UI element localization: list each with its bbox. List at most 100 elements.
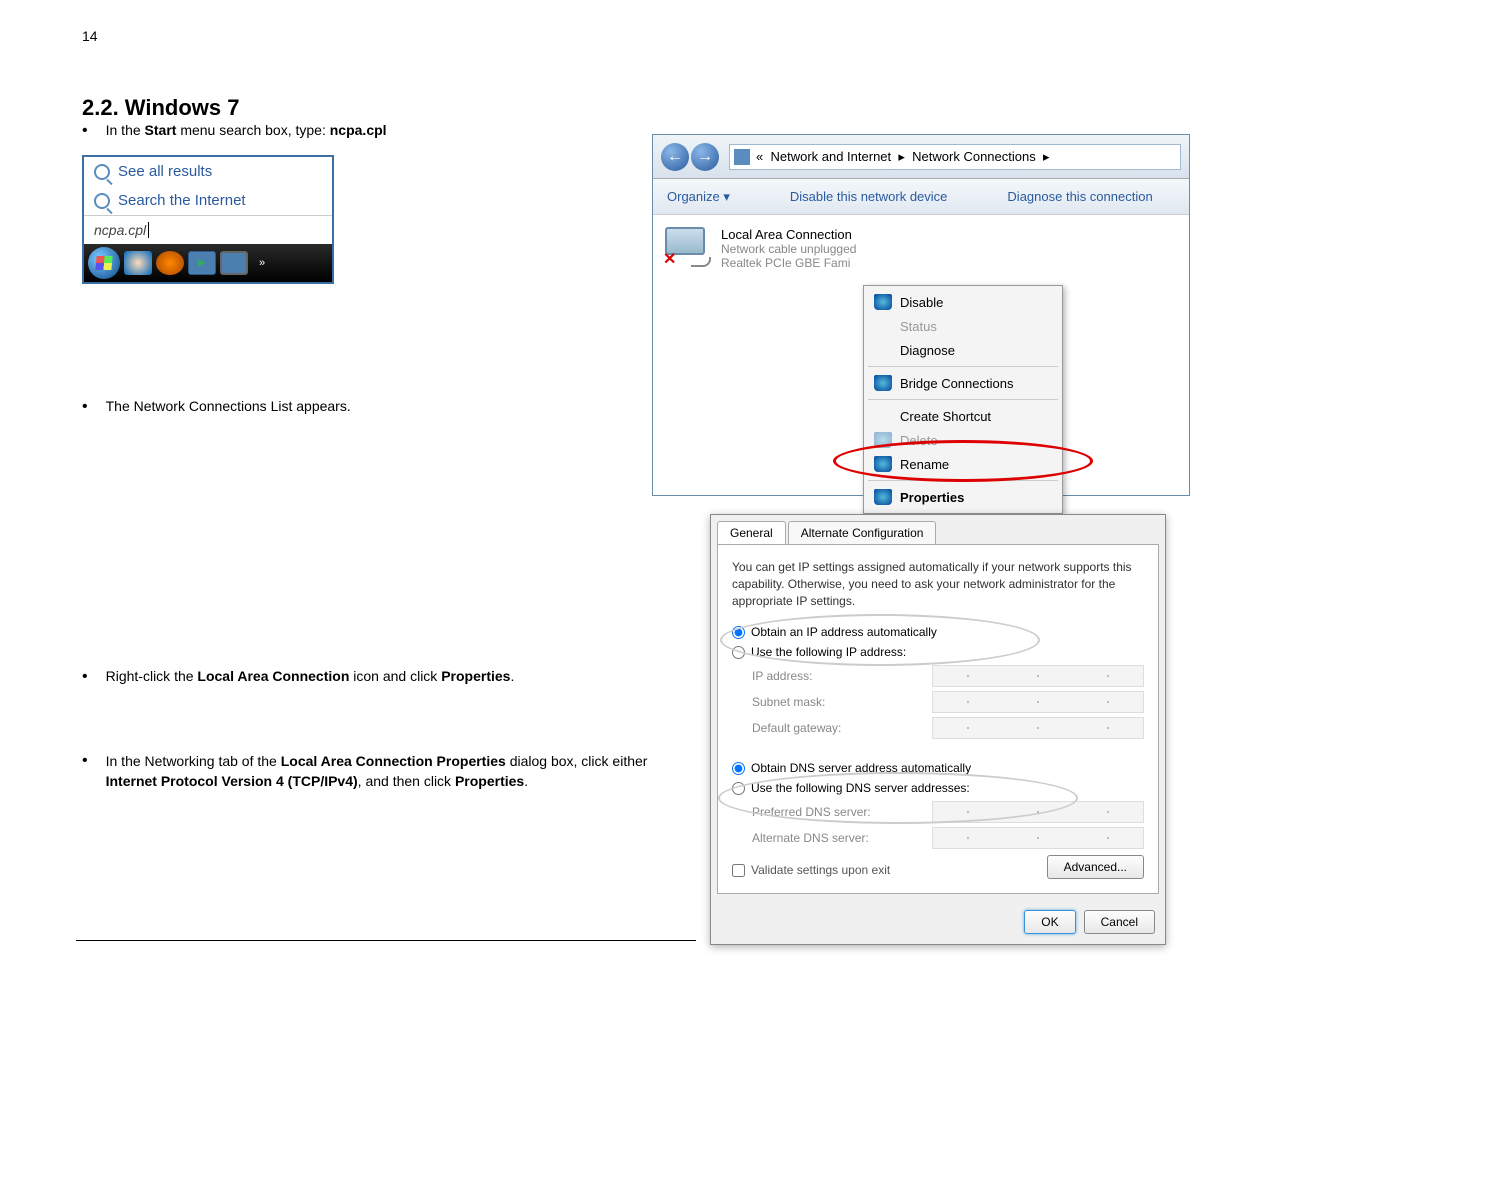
spacer-icon [874,408,892,424]
search-box-text: ncpa.cpl [94,222,146,238]
search-icon [94,164,110,180]
search-box[interactable]: ncpa.cpl [84,216,332,244]
tab-general[interactable]: General [717,521,786,544]
ctx-shortcut-label: Create Shortcut [900,409,991,424]
folder-icon[interactable] [188,251,216,275]
shield-icon [874,489,892,505]
b1-text-pre: In the [106,122,145,138]
separator [868,366,1058,367]
bullet-3: • Right-click the Local Area Connection … [82,668,514,686]
lac-title: Local Area Connection [721,227,856,242]
bc-arrow-icon: ▸ [1043,149,1050,165]
alt-dns-field [932,827,1144,849]
ctx-bridge[interactable]: Bridge Connections [866,371,1060,395]
radio-input[interactable] [732,646,745,659]
ctx-disable-label: Disable [900,295,943,310]
start-menu-mock: See all results Search the Internet ncpa… [82,155,334,284]
bc-arrow-icon: ▸ [898,149,905,165]
spacer-icon [874,342,892,358]
bc-net-connections[interactable]: Network Connections [912,149,1036,164]
radio-input[interactable] [732,626,745,639]
bc-net-internet[interactable]: Network and Internet [770,149,891,164]
see-all-label: See all results [118,163,212,180]
cancel-button[interactable]: Cancel [1084,910,1155,934]
b3-pre: Right-click the [106,668,198,684]
radio-auto-ip[interactable]: Obtain an IP address automatically [732,625,1144,639]
search-internet[interactable]: Search the Internet [84,186,332,215]
b4-pre: In the Networking tab of the [106,753,281,769]
local-area-connection-item[interactable]: ✕ Local Area Connection Network cable un… [665,227,1177,270]
radio-manual-ip-label: Use the following IP address: [751,645,906,659]
ip-address-field [932,665,1144,687]
dialog-footer: OK Cancel [711,900,1165,944]
bullet-4: • In the Networking tab of the Local Are… [82,752,666,791]
ctx-disable[interactable]: Disable [866,290,1060,314]
b1-bold-start: Start [145,122,177,138]
ie-icon[interactable] [124,251,152,275]
checkbox-input[interactable] [732,864,745,877]
shield-icon [874,432,892,448]
b2-text: The Network Connections List appears. [106,398,351,414]
context-menu: Disable Status Diagnose Bridge Connectio… [863,285,1063,514]
b4-mid2: , and then click [358,773,455,789]
b3-bold-props: Properties [441,668,510,684]
network-adapter-icon: ✕ [665,227,713,267]
explorer-toolbar: Organize ▾ Disable this network device D… [653,179,1189,215]
subnet-field [932,691,1144,713]
gateway-label: Default gateway: [752,721,932,735]
tab-alternate[interactable]: Alternate Configuration [788,521,937,544]
b4-post: . [524,773,528,789]
windows-flag-icon [95,256,112,270]
ctx-shortcut[interactable]: Create Shortcut [866,404,1060,428]
forward-button[interactable]: → [691,143,719,171]
advanced-button[interactable]: Advanced... [1047,855,1144,879]
disable-device-button[interactable]: Disable this network device [790,189,948,204]
start-orb[interactable] [88,247,120,279]
alt-dns-label: Alternate DNS server: [752,831,932,845]
ctx-properties-label: Properties [900,490,964,505]
b3-mid: icon and click [349,668,441,684]
breadcrumb[interactable]: « Network and Internet ▸ Network Connect… [729,144,1181,170]
taskbar-more[interactable]: » [252,257,272,269]
radio-auto-dns[interactable]: Obtain DNS server address automatically [732,761,1144,775]
ctx-rename[interactable]: Rename [866,452,1060,476]
pref-dns-row: Preferred DNS server: [752,801,1144,823]
subnet-label: Subnet mask: [752,695,932,709]
taskbar: » [84,244,332,282]
diagnose-connection-button[interactable]: Diagnose this connection [1007,189,1152,204]
ipv4-desc: You can get IP settings assigned automat… [732,559,1144,609]
radio-input[interactable] [732,762,745,775]
media-player-icon[interactable] [156,251,184,275]
radio-auto-ip-label: Obtain an IP address automatically [751,625,937,639]
monitor-icon[interactable] [220,251,248,275]
ctx-diagnose-label: Diagnose [900,343,955,358]
radio-manual-ip[interactable]: Use the following IP address: [732,645,1144,659]
gateway-row: Default gateway: [752,717,1144,739]
ok-button[interactable]: OK [1024,910,1075,934]
b1-bold-ncpa: ncpa.cpl [330,122,387,138]
dialog-content: You can get IP settings assigned automat… [717,544,1159,894]
back-button[interactable]: ← [661,143,689,171]
ctx-status-label: Status [900,319,937,334]
shield-icon [874,456,892,472]
bullet-dot: • [82,398,88,416]
organize-menu[interactable]: Organize ▾ [667,189,730,205]
see-all-results[interactable]: See all results [84,157,332,186]
ip-address-label: IP address: [752,669,932,683]
shield-icon [874,375,892,391]
lac-adapter: Realtek PCIe GBE Fami [721,256,856,270]
radio-auto-dns-label: Obtain DNS server address automatically [751,761,971,775]
ctx-diagnose[interactable]: Diagnose [866,338,1060,362]
bullet-1: • In the Start menu search box, type: nc… [82,122,387,140]
ctx-properties[interactable]: Properties [866,485,1060,509]
b1-text-mid: menu search box, type: [176,122,329,138]
radio-manual-dns[interactable]: Use the following DNS server addresses: [732,781,1144,795]
bullet-dot: • [82,122,88,140]
spacer-icon [874,318,892,334]
b4-bold-lacp: Local Area Connection Properties [281,753,506,769]
page-number: 14 [82,28,98,44]
explorer-titlebar: ← → « Network and Internet ▸ Network Con… [653,135,1189,179]
radio-input[interactable] [732,782,745,795]
network-connections-window: ← → « Network and Internet ▸ Network Con… [652,134,1190,496]
search-internet-label: Search the Internet [118,192,246,209]
